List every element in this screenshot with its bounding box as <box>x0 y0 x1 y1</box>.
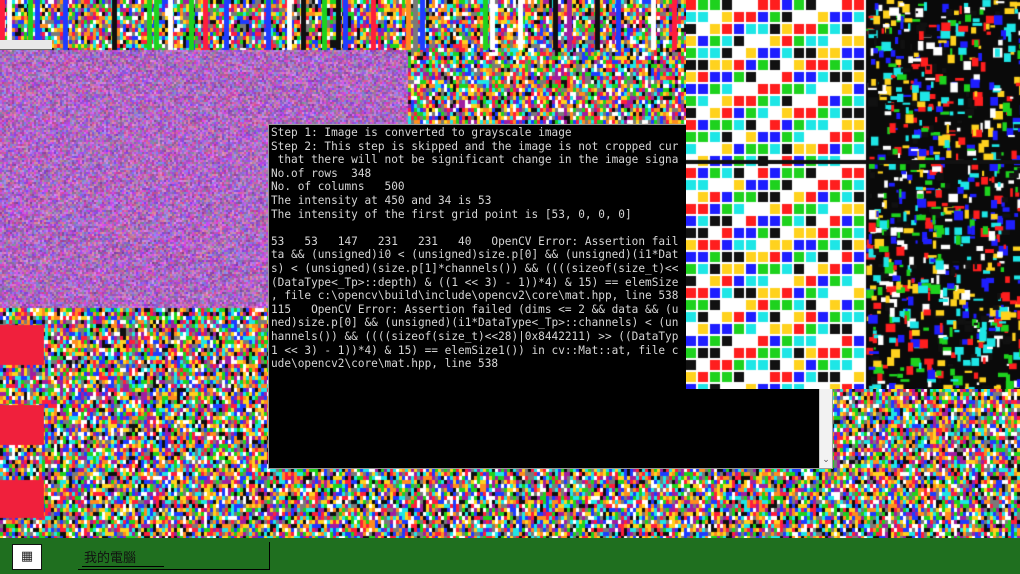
taskbar: ▦ 我的電腦 <box>0 538 1020 574</box>
task-underline <box>82 566 164 567</box>
chevron-down-icon[interactable]: ⌄ <box>820 454 832 466</box>
taskbar-item-my-computer[interactable]: 我的電腦 <box>78 542 270 570</box>
glitch-tile-overlay <box>686 0 1020 389</box>
window-title-strip <box>0 40 52 50</box>
windows-logo-icon[interactable]: ▦ <box>12 544 42 570</box>
task-label: 我的電腦 <box>84 551 137 566</box>
